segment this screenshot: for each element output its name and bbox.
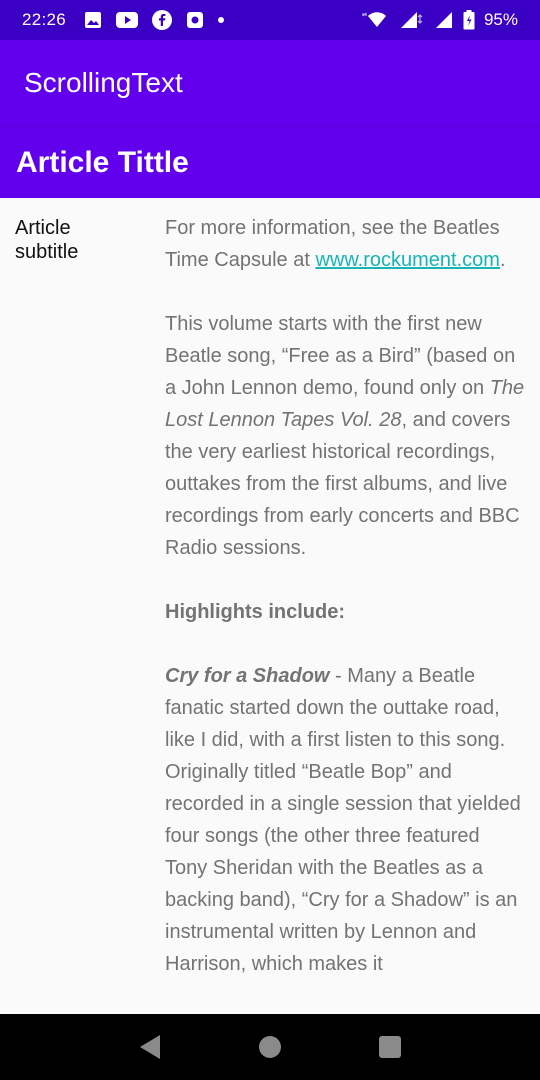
more-notifications-dot bbox=[218, 17, 225, 23]
app-icon bbox=[186, 11, 204, 29]
navigation-bar bbox=[0, 1014, 540, 1080]
app-bar: ScrollingText bbox=[0, 40, 540, 126]
article-body: For more information, see the Beatles Ti… bbox=[165, 212, 527, 980]
app-title: ScrollingText bbox=[24, 67, 183, 98]
article-subtitle: Article subtitle bbox=[15, 217, 79, 263]
facebook-icon bbox=[152, 10, 173, 30]
status-time: 22:26 bbox=[22, 10, 67, 29]
article-paragraph-3: Cry for a Shadow - Many a Beatle fanatic… bbox=[165, 660, 527, 980]
article-paragraph-2: This volume starts with the first new Be… bbox=[165, 308, 527, 564]
status-bar: 22:26 95% bbox=[0, 0, 540, 40]
battery-percent: 95% bbox=[483, 10, 518, 29]
scroll-content[interactable]: Article subtitle For more information, s… bbox=[0, 198, 540, 1014]
article-title: Article Tittle bbox=[16, 145, 189, 179]
paragraph-2-text: This volume starts with the first new Be… bbox=[165, 313, 516, 399]
article-paragraph-1: For more information, see the Beatles Ti… bbox=[165, 212, 527, 276]
signal-icon-2 bbox=[434, 10, 454, 30]
battery-icon bbox=[463, 10, 475, 30]
recents-button[interactable] bbox=[370, 1027, 410, 1067]
back-button[interactable] bbox=[130, 1027, 170, 1067]
home-icon bbox=[259, 1036, 281, 1058]
gallery-icon bbox=[84, 11, 102, 29]
back-icon bbox=[140, 1035, 160, 1059]
youtube-icon bbox=[116, 12, 139, 28]
system-status-icons: 95% bbox=[360, 10, 518, 30]
paragraph-3-text: - Many a Beatle fanatic started down the… bbox=[165, 665, 521, 975]
paragraph-2-end: , and covers the very earliest historica… bbox=[165, 409, 520, 559]
paragraph-1-end: . bbox=[499, 249, 506, 271]
notification-icons bbox=[84, 10, 225, 30]
highlights-heading: Highlights include: bbox=[165, 601, 345, 623]
wifi-icon bbox=[360, 10, 390, 30]
home-button[interactable] bbox=[250, 1027, 290, 1067]
article-header: Article Tittle bbox=[0, 126, 540, 198]
rockument-link[interactable]: www.rockument.com bbox=[315, 249, 500, 271]
cry-for-a-shadow-title: Cry for a Shadow bbox=[165, 665, 330, 687]
signal-icon bbox=[399, 10, 425, 30]
recents-icon bbox=[379, 1036, 401, 1058]
